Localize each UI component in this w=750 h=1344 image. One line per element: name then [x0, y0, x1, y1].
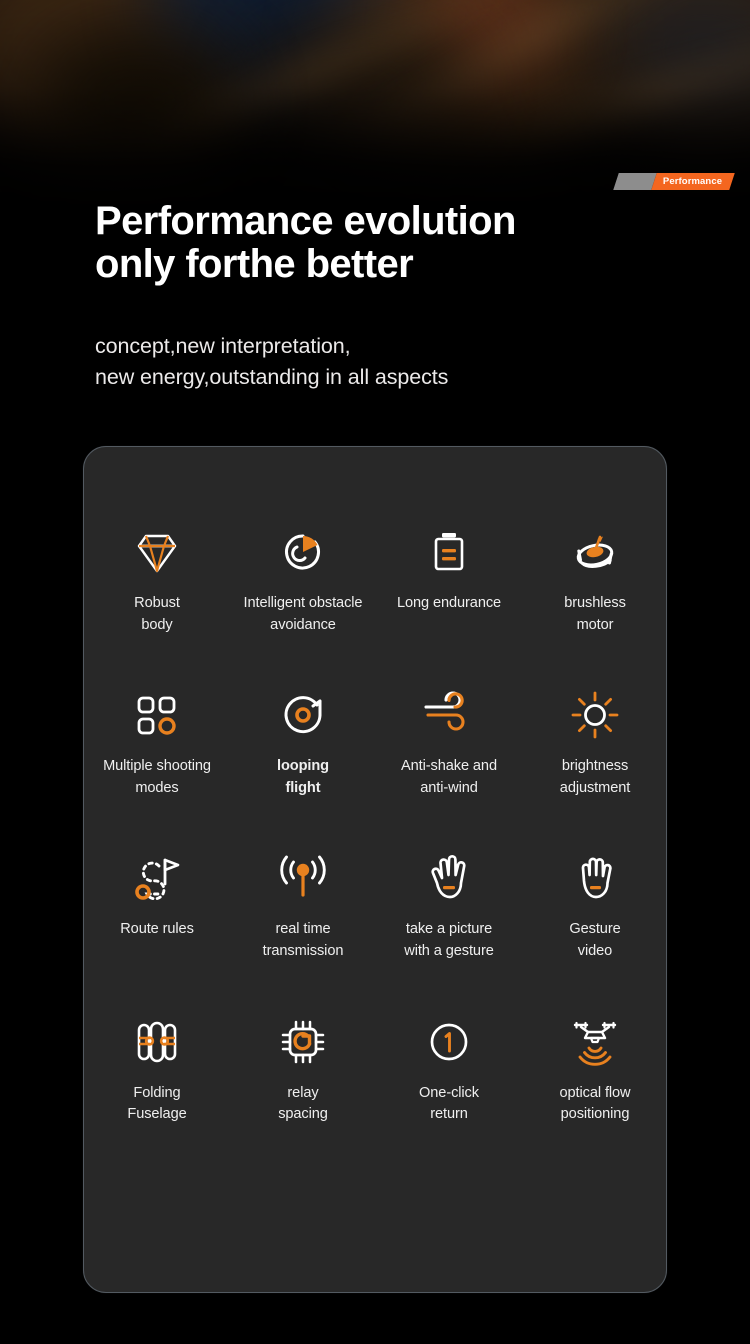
- feature-label: Anti-shake and anti-wind: [401, 758, 497, 796]
- feature-label: Multiple shooting modes: [103, 758, 211, 796]
- wind-icon: [421, 688, 477, 742]
- badge-orange-slab: Performance: [651, 173, 735, 190]
- feature-item[interactable]: Folding Fuselage: [84, 1015, 230, 1126]
- brightness-sun-icon: [567, 688, 623, 742]
- feature-item[interactable]: Anti-shake and anti-wind: [376, 688, 522, 799]
- feature-label: Long endurance: [396, 595, 502, 611]
- feature-item[interactable]: Multiple shooting modes: [84, 688, 230, 799]
- badge-gray-slab: [613, 173, 657, 190]
- diamond-icon: [129, 525, 185, 579]
- feature-label: looping flight: [277, 758, 329, 796]
- feature-item[interactable]: Route rules: [84, 851, 230, 962]
- feature-label: Route rules: [120, 921, 194, 938]
- multi-shot-grid-icon: [129, 688, 185, 742]
- page-title: Performance evolution only forthe better: [95, 199, 516, 286]
- feature-label: brightness adjustment: [559, 758, 631, 796]
- feature-item[interactable]: take a picture with a gesture: [376, 851, 522, 962]
- chip-icon: [275, 1015, 331, 1069]
- route-flag-icon: [129, 851, 185, 905]
- feature-item[interactable]: looping flight: [230, 688, 376, 799]
- feature-item[interactable]: One-click return: [376, 1015, 522, 1126]
- feature-label: brushless motor: [564, 595, 626, 633]
- one-click-return-icon: [421, 1015, 477, 1069]
- feature-label: Folding Fuselage: [127, 1084, 187, 1123]
- brushless-motor-icon: [567, 525, 623, 579]
- hero-gradient-overlay: [0, 0, 750, 230]
- looping-flight-icon: [275, 688, 331, 742]
- feature-item[interactable]: real time transmission: [230, 851, 376, 962]
- open-hand-icon: [421, 851, 477, 905]
- feature-label: take a picture with a gesture: [404, 921, 494, 959]
- performance-badge: Performance: [613, 173, 735, 190]
- signal-tower-icon: [275, 851, 331, 905]
- folding-fuselage-icon: [129, 1015, 185, 1069]
- optical-flow-drone-icon: [567, 1015, 623, 1069]
- feature-grid: Robust body Intelligent obstacle avoidan…: [84, 525, 668, 1126]
- feature-item[interactable]: Gesture video: [522, 851, 668, 962]
- page-subtitle: concept,new interpretation, new energy,o…: [95, 334, 449, 390]
- feature-label: optical flow positioning: [559, 1084, 631, 1123]
- feature-item[interactable]: brushless motor: [522, 525, 668, 636]
- feature-label: One-click return: [419, 1084, 479, 1123]
- feature-item[interactable]: relay spacing: [230, 1015, 376, 1126]
- feature-label: Robust body: [134, 595, 180, 633]
- feature-item[interactable]: Long endurance: [376, 525, 522, 636]
- feature-item[interactable]: Intelligent obstacle avoidance: [230, 525, 376, 636]
- feature-card: Robust body Intelligent obstacle avoidan…: [83, 446, 667, 1293]
- feature-item[interactable]: Robust body: [84, 525, 230, 636]
- hero-background-image: [0, 0, 750, 230]
- feature-label: Intelligent obstacle avoidance: [243, 595, 363, 633]
- obstacle-avoidance-icon: [275, 525, 331, 579]
- feature-label: real time transmission: [262, 921, 344, 959]
- feature-label: Gesture video: [569, 921, 621, 959]
- badge-label: Performance: [663, 175, 723, 187]
- closed-hand-icon: [567, 851, 623, 905]
- feature-label: relay spacing: [278, 1084, 328, 1123]
- feature-item[interactable]: brightness adjustment: [522, 688, 668, 799]
- feature-item[interactable]: optical flow positioning: [522, 1015, 668, 1126]
- battery-icon: [421, 525, 477, 579]
